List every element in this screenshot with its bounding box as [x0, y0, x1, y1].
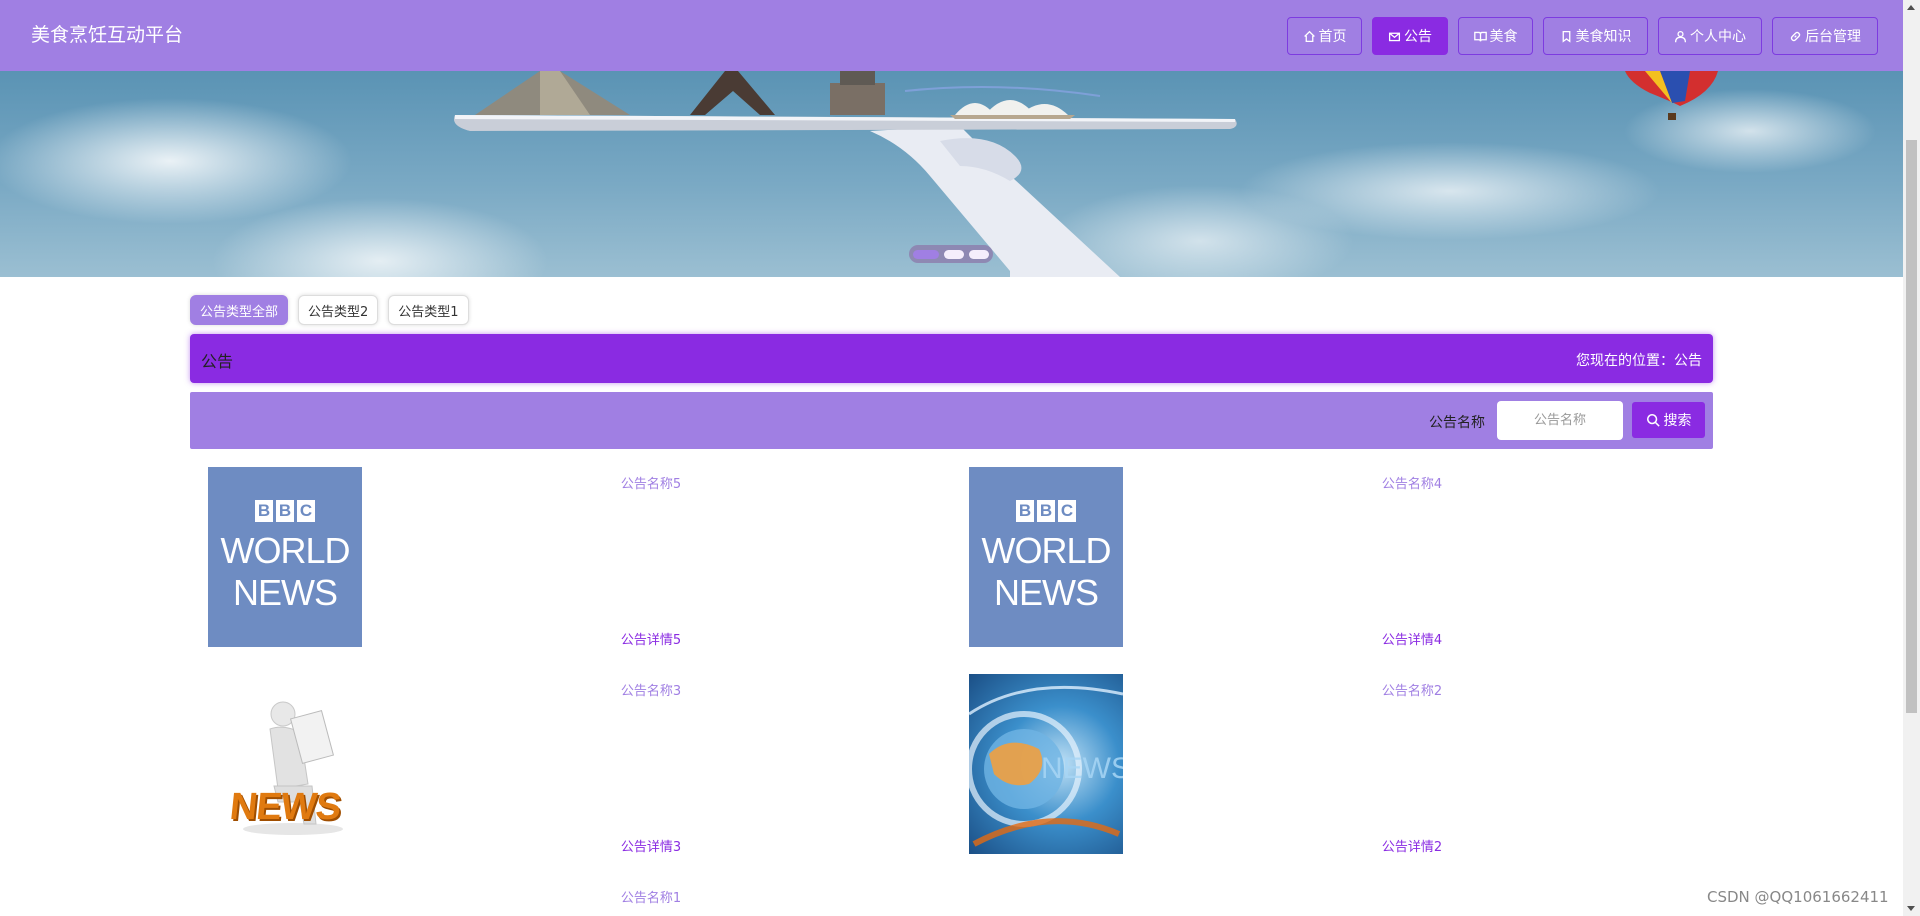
- nav-notice-label: 公告: [1404, 29, 1432, 45]
- bbc-letter: B: [276, 500, 294, 522]
- book-open-icon: [1473, 31, 1487, 41]
- search-icon: [1646, 413, 1660, 427]
- nav-knowledge-button[interactable]: 美食知识: [1543, 17, 1648, 55]
- section-title: 公告: [201, 352, 234, 371]
- mail-icon: [1388, 32, 1401, 41]
- notice-name-search-input[interactable]: [1497, 401, 1623, 440]
- nav-food-label: 美食: [1489, 29, 1518, 45]
- search-button-label: 搜索: [1663, 413, 1692, 429]
- notice-type-filters: 公告类型全部 公告类型2 公告类型1: [190, 295, 469, 325]
- scroll-up-arrow-icon[interactable]: [1907, 5, 1915, 10]
- bbc-logo-line1: WORLD: [220, 530, 351, 571]
- bbc-logo-boxes: B B C: [255, 500, 315, 522]
- bbc-letter: B: [1037, 500, 1055, 522]
- csdn-watermark: CSDN @QQ1061662411: [1707, 888, 1889, 906]
- nav-notice-button[interactable]: 公告: [1372, 17, 1448, 55]
- filter-type-2[interactable]: 公告类型2: [298, 295, 379, 325]
- section-title-bar: 公告 您现在的位置：公告: [190, 334, 1713, 383]
- nav-admin-button[interactable]: 后台管理: [1772, 17, 1878, 55]
- banner-carousel[interactable]: [0, 71, 1903, 277]
- breadcrumb: 您现在的位置：公告: [1576, 353, 1702, 369]
- news-logo-text: NEWS: [227, 786, 343, 828]
- search-bar: 公告名称 搜索: [190, 392, 1713, 449]
- filter-all-types[interactable]: 公告类型全部: [190, 295, 289, 325]
- link-icon: [1790, 31, 1801, 41]
- main-nav: 首页 公告 美食 美食知识 个人中心 后台管理: [1287, 17, 1878, 55]
- notice-card[interactable]: NEWS 公告名称2 公告详情2: [951, 674, 1711, 856]
- nav-profile-label: 个人中心: [1690, 29, 1746, 45]
- notice-card[interactable]: 公告名称1: [190, 881, 950, 916]
- user-icon: [1674, 30, 1687, 42]
- nav-admin-label: 后台管理: [1805, 29, 1861, 45]
- notice-title[interactable]: 公告名称4: [1312, 473, 1512, 492]
- news-logo-text: NEWS: [1041, 752, 1123, 785]
- bbc-letter: C: [1058, 500, 1076, 522]
- carousel-dot-1[interactable]: [913, 249, 939, 259]
- notice-card[interactable]: B B C WORLD NEWS 公告名称5 公告详情5: [190, 467, 950, 649]
- bbc-letter: C: [297, 500, 315, 522]
- bbc-logo-line1: WORLD: [981, 530, 1112, 571]
- search-label: 公告名称: [1429, 415, 1485, 431]
- scrollbar-thumb[interactable]: [1906, 140, 1917, 713]
- filter-type-1[interactable]: 公告类型1: [388, 295, 469, 325]
- nav-knowledge-label: 美食知识: [1575, 29, 1632, 45]
- top-navbar: 美食烹饪互动平台 首页 公告 美食 美食知识 个人中心 后台管理: [0, 0, 1903, 71]
- carousel-dot-3[interactable]: [969, 249, 989, 259]
- notice-image[interactable]: NEWS: [969, 674, 1123, 854]
- notice-title[interactable]: 公告名称5: [551, 473, 751, 492]
- site-brand[interactable]: 美食烹饪互动平台: [31, 22, 183, 48]
- notice-title[interactable]: 公告名称3: [551, 680, 751, 699]
- home-icon: [1303, 30, 1315, 42]
- carousel-indicators: [909, 245, 993, 263]
- notice-detail-link[interactable]: 公告详情4: [1382, 629, 1442, 648]
- nav-food-button[interactable]: 美食: [1458, 17, 1533, 55]
- bbc-logo-line2: NEWS: [994, 572, 1099, 613]
- notice-image[interactable]: B B C WORLD NEWS: [969, 467, 1123, 647]
- notice-image[interactable]: B B C WORLD NEWS: [208, 467, 362, 647]
- page-scrollbar[interactable]: [1903, 0, 1920, 916]
- search-button[interactable]: 搜索: [1632, 402, 1705, 438]
- bbc-logo-line2: NEWS: [233, 572, 338, 613]
- carousel-dot-2[interactable]: [944, 249, 964, 259]
- bbc-letter: B: [1016, 500, 1034, 522]
- notice-title[interactable]: 公告名称2: [1312, 680, 1512, 699]
- notice-detail-link[interactable]: 公告详情5: [621, 629, 681, 648]
- nav-home-label: 首页: [1318, 29, 1347, 45]
- notice-title[interactable]: 公告名称1: [551, 887, 751, 906]
- bbc-logo-boxes: B B C: [1016, 500, 1076, 522]
- notice-detail-link[interactable]: 公告详情2: [1382, 836, 1442, 855]
- notice-image[interactable]: NEWS: [208, 674, 362, 854]
- notice-detail-link[interactable]: 公告详情3: [621, 836, 681, 855]
- scroll-down-arrow-icon[interactable]: [1907, 906, 1915, 911]
- nav-profile-button[interactable]: 个人中心: [1658, 17, 1762, 55]
- nav-home-button[interactable]: 首页: [1287, 17, 1362, 55]
- bookmark-icon: [1562, 30, 1570, 43]
- notice-card[interactable]: B B C WORLD NEWS 公告名称4 公告详情4: [951, 467, 1711, 649]
- notice-card[interactable]: NEWS 公告名称3 公告详情3: [190, 674, 950, 856]
- bbc-letter: B: [255, 500, 273, 522]
